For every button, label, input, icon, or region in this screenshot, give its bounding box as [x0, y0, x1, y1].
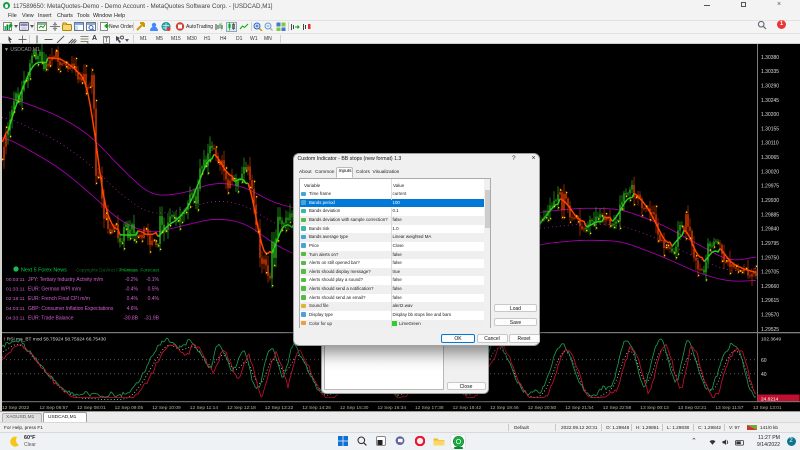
svg-text:1.30020: 1.30020 — [761, 169, 779, 175]
svg-text:1.30380: 1.30380 — [761, 55, 779, 61]
svg-text:▼ USDCAD,M1: ▼ USDCAD,M1 — [4, 47, 40, 53]
svg-text:O: O — [456, 439, 462, 446]
svg-text:102.3649: 102.3649 — [761, 337, 781, 343]
svg-text:1.29975: 1.29975 — [761, 184, 779, 190]
svg-text:1.29615: 1.29615 — [761, 298, 779, 304]
svg-text:00:03:11: 00:03:11 — [6, 277, 25, 283]
svg-text:1.30290: 1.30290 — [761, 83, 779, 89]
svg-text:EUR: French Final CPI m/m: EUR: French Final CPI m/m — [28, 296, 90, 302]
svg-text:1.30155: 1.30155 — [761, 126, 779, 132]
svg-text:1.29840: 1.29840 — [761, 227, 779, 233]
svg-text:-0.2%: -0.2% — [125, 277, 139, 283]
svg-text:04:33:11: 04:33:11 — [6, 315, 25, 321]
svg-text:EUR: Trade Balance: EUR: Trade Balance — [28, 315, 74, 321]
svg-text:01:33:11: 01:33:11 — [6, 287, 25, 293]
svg-text:EUR: German WPI m/m: EUR: German WPI m/m — [28, 287, 81, 293]
svg-text:-31.9B: -31.9B — [144, 315, 159, 321]
svg-text:1.29660: 1.29660 — [761, 284, 779, 290]
svg-text:-0.1%: -0.1% — [146, 277, 160, 283]
svg-text:02:18:11: 02:18:11 — [6, 296, 25, 302]
svg-text:04:03:11: 04:03:11 — [6, 306, 25, 312]
svg-text:0.4%: 0.4% — [148, 296, 160, 302]
svg-text:-30.8B: -30.8B — [123, 315, 138, 321]
svg-text:1.29885: 1.29885 — [761, 212, 779, 218]
svg-text:1.29570: 1.29570 — [761, 313, 779, 319]
svg-text:Next 5 Forex News: Next 5 Forex News — [21, 268, 67, 274]
svg-text:0.4%: 0.4% — [127, 296, 139, 302]
svg-text:1.30245: 1.30245 — [761, 98, 779, 104]
svg-text:1.29795: 1.29795 — [761, 241, 779, 247]
svg-text:1.29705: 1.29705 — [761, 270, 779, 276]
svg-text:1.29930: 1.29930 — [761, 198, 779, 204]
svg-text:JPY: Tertiary Industry Activit: JPY: Tertiary Industry Activity m/m — [28, 277, 103, 283]
svg-text:1.29750: 1.29750 — [761, 255, 779, 261]
svg-text:-0.4%: -0.4% — [125, 287, 139, 293]
svg-text:0.5%: 0.5% — [148, 287, 160, 293]
svg-text:1.30065: 1.30065 — [761, 155, 779, 161]
svg-text:40: 40 — [761, 372, 767, 378]
svg-text:Forecast: Forecast — [140, 268, 159, 274]
svg-text:Previous: Previous — [119, 268, 138, 274]
svg-text:! RSI ma_BT mod 58.75924 58.75: ! RSI ma_BT mod 58.75924 58.75924 66.754… — [4, 337, 106, 343]
svg-text:1.30110: 1.30110 — [761, 141, 779, 147]
svg-text:4.6%: 4.6% — [127, 306, 139, 312]
svg-text:1.30335: 1.30335 — [761, 69, 779, 75]
svg-text:GBP: Consumer Inflation Expect: GBP: Consumer Inflation Expectations — [28, 306, 114, 312]
svg-text:1.30200: 1.30200 — [761, 112, 779, 118]
svg-text:60: 60 — [761, 358, 767, 364]
